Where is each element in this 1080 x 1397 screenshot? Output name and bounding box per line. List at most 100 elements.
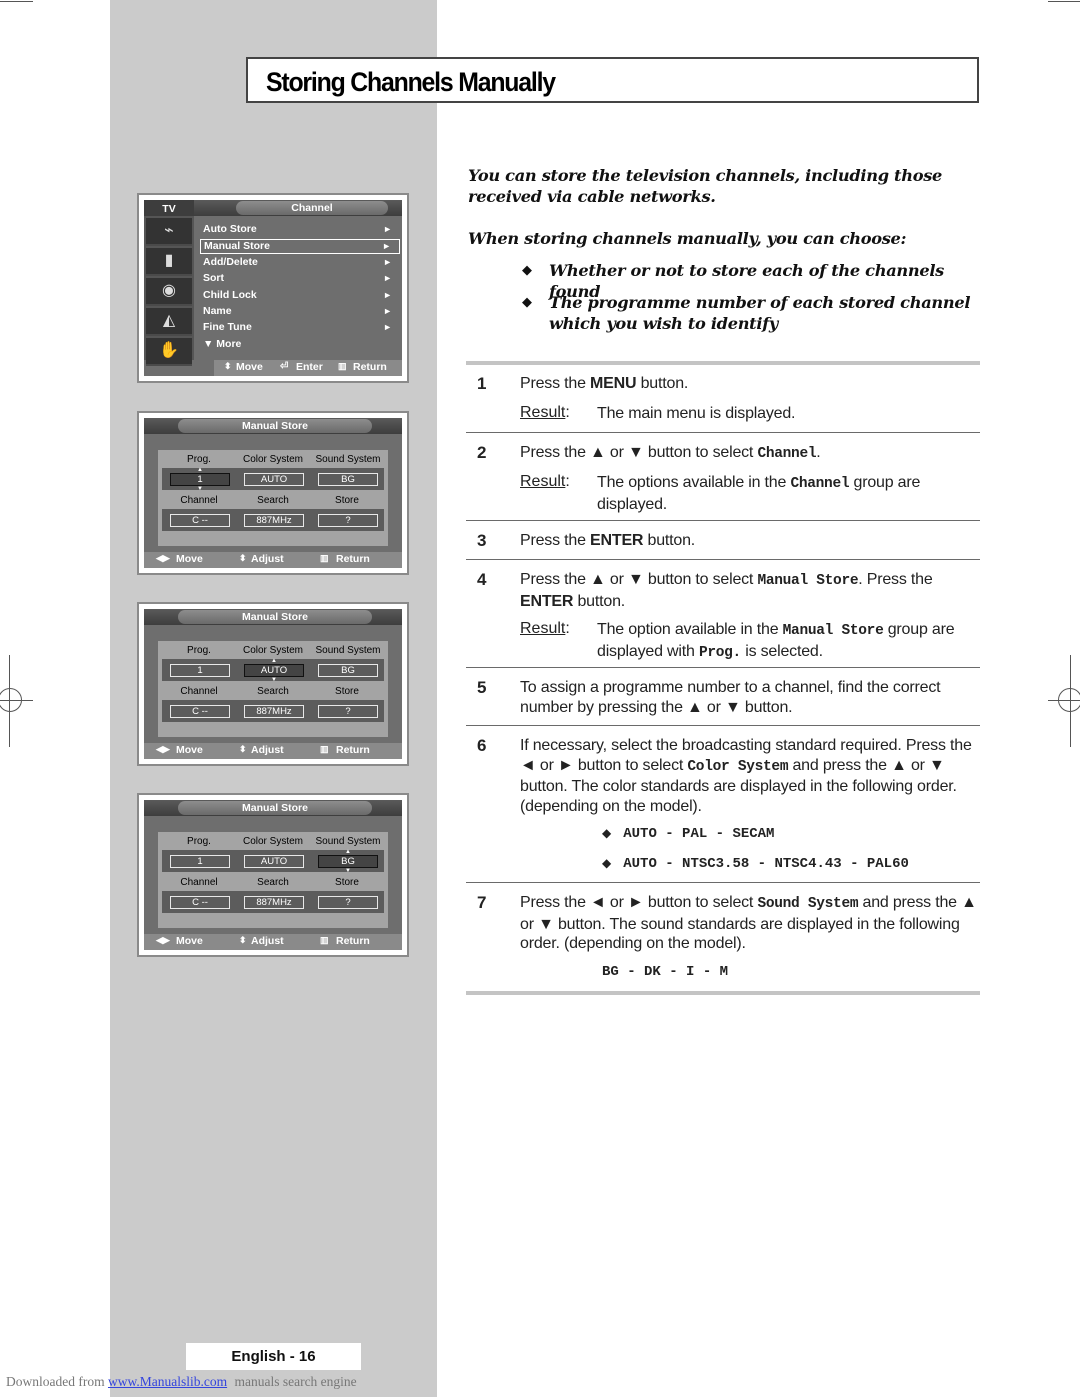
menu-item-child-lock[interactable]: Child Lock ► (200, 288, 400, 303)
search-label: Search (257, 495, 289, 506)
sound-icon: ◉ (146, 278, 192, 306)
search-field[interactable]: 887MHz (244, 705, 304, 718)
menu-item-add-delete[interactable]: Add/Delete ► (200, 255, 400, 270)
osd-footer: ◀▶ Move ⬍ Adjust ▥ Return (144, 552, 402, 568)
osd-header-title: Channel (236, 201, 388, 215)
footer-return-label: Return (353, 361, 387, 373)
prog-field[interactable]: 1 (170, 855, 230, 868)
store-field[interactable]: ? (318, 896, 378, 909)
antenna-icon: ⌁ (146, 218, 192, 246)
up-arrow-icon: ▲ (345, 849, 351, 855)
manual-store-panel: Prog. Color System Sound System ▲ 1 ▼ AU… (158, 450, 388, 546)
prog-label: Prog. (187, 836, 211, 847)
down-arrow-icon: ▼ (197, 486, 203, 492)
step-divider (466, 520, 980, 521)
color-system-label: Color System (242, 645, 303, 656)
up-arrow-icon: ▲ (197, 467, 203, 473)
channel-field[interactable]: C -- (170, 896, 230, 909)
setup-icon: ✋ (146, 338, 192, 366)
color-system-label: Color System (242, 836, 303, 847)
channel-field[interactable]: C -- (170, 705, 230, 718)
search-field[interactable]: 887MHz (244, 896, 304, 909)
osd-manual-store: Manual Store Prog. Color System Sound Sy… (137, 793, 409, 957)
osd-screen: Manual Store Prog. Color System Sound Sy… (144, 418, 402, 568)
ms-row-bottom: C -- 887MHz ? (162, 700, 384, 722)
step-divider (466, 667, 980, 668)
down-arrow-icon: ▼ (345, 868, 351, 874)
prog-field[interactable]: ▲ 1 ▼ (170, 467, 230, 492)
up-down-arrow-icon: ⬍ (224, 361, 232, 371)
osd-footer: ⬍ Move ⏎ Enter ▥ Return (214, 360, 402, 376)
footer-move-label: Move (176, 744, 203, 756)
step-divider (466, 725, 980, 726)
picture-icon: ▮ (146, 248, 192, 276)
standards-sequence: ◆ AUTO - PAL - SECAM (602, 826, 775, 842)
menu-item-name[interactable]: Name ► (200, 304, 400, 319)
step-text: To assign a programme number to a channe… (520, 679, 941, 716)
result-label: Result: (520, 473, 570, 490)
chevron-right-icon: ► (383, 322, 392, 332)
step-text: Press the ENTER button. (520, 532, 696, 549)
result-label: Result: (520, 404, 570, 421)
store-label: Store (335, 877, 359, 888)
step-number: 4 (477, 570, 487, 589)
page-title: Storing Channels Manually (266, 67, 556, 97)
sound-system-field[interactable]: ▲ BG ▼ (318, 849, 378, 874)
footer-enter-label: Enter (296, 361, 323, 373)
ms-row-bottom: C -- 887MHz ? (162, 891, 384, 913)
download-footer: Downloaded from www.Manualslib.com manua… (6, 1374, 357, 1389)
store-field[interactable]: ? (318, 514, 378, 527)
sound-system-field[interactable]: BG (318, 473, 378, 486)
return-icon: ▥ (320, 935, 329, 945)
chevron-right-icon: ► (383, 290, 392, 300)
osd-manual-store: Manual Store Prog. Color System Sound Sy… (137, 602, 409, 766)
enter-icon: ⏎ (280, 361, 289, 372)
sound-system-field[interactable]: BG (318, 664, 378, 677)
footer-move-label: Move (176, 553, 203, 565)
footer-move-label: Move (176, 935, 203, 947)
menu-item-fine-tune[interactable]: Fine Tune ► (200, 320, 400, 335)
intro-choose-heading: When storing channels manually, you can … (468, 229, 907, 248)
diamond-bullet-icon: ◆ (602, 826, 612, 840)
chevron-right-icon: ► (382, 241, 391, 251)
menu-item-auto-store[interactable]: Auto Store ► (200, 222, 400, 237)
footer-return-label: Return (336, 553, 370, 565)
step-divider (466, 559, 980, 560)
return-icon: ▥ (320, 744, 329, 754)
store-label: Store (335, 686, 359, 697)
chevron-right-icon: ► (383, 273, 392, 283)
manualslib-link[interactable]: www.Manualslib.com (108, 1374, 227, 1389)
osd-footer: ◀▶ Move ⬍ Adjust ▥ Return (144, 743, 402, 759)
result-label: Result: (520, 620, 570, 637)
color-system-field[interactable]: ▲ AUTO ▼ (244, 658, 304, 683)
step-divider (466, 432, 980, 433)
left-right-arrow-icon: ◀▶ (156, 553, 170, 563)
chevron-right-icon: ► (383, 224, 392, 234)
osd-tv-tab: TV (144, 200, 194, 216)
menu-item-manual-store[interactable]: Manual Store ► (200, 239, 400, 254)
chevron-right-icon: ► (383, 257, 392, 267)
footer-adjust-label: Adjust (251, 553, 284, 565)
menu-item-sort[interactable]: Sort ► (200, 271, 400, 286)
color-system-field[interactable]: AUTO (244, 473, 304, 486)
channel-field[interactable]: C -- (170, 514, 230, 527)
step-text: Press the ▲ or ▼ button to select Manual… (520, 571, 933, 610)
down-arrow-icon: ▼ (271, 677, 277, 683)
left-right-arrow-icon: ◀▶ (156, 744, 170, 754)
return-icon: ▥ (338, 361, 347, 371)
search-label: Search (257, 686, 289, 697)
prog-field[interactable]: 1 (170, 664, 230, 677)
step-number: 6 (477, 736, 487, 755)
standards-sequence: ◆ AUTO - NTSC3.58 - NTSC4.43 - PAL60 (602, 856, 909, 872)
search-field[interactable]: 887MHz (244, 514, 304, 527)
store-field[interactable]: ? (318, 705, 378, 718)
menu-item-more[interactable]: ▼ More (200, 337, 400, 352)
ms-row-bottom: C -- 887MHz ? (162, 509, 384, 531)
step-number: 3 (477, 531, 487, 550)
registration-mark-right (1058, 688, 1080, 712)
return-icon: ▥ (320, 553, 329, 563)
ms-row-top: 1 AUTO ▲ BG ▼ (162, 849, 384, 874)
footer-adjust-label: Adjust (251, 935, 284, 947)
section-rule-thick (466, 991, 980, 995)
color-system-field[interactable]: AUTO (244, 855, 304, 868)
